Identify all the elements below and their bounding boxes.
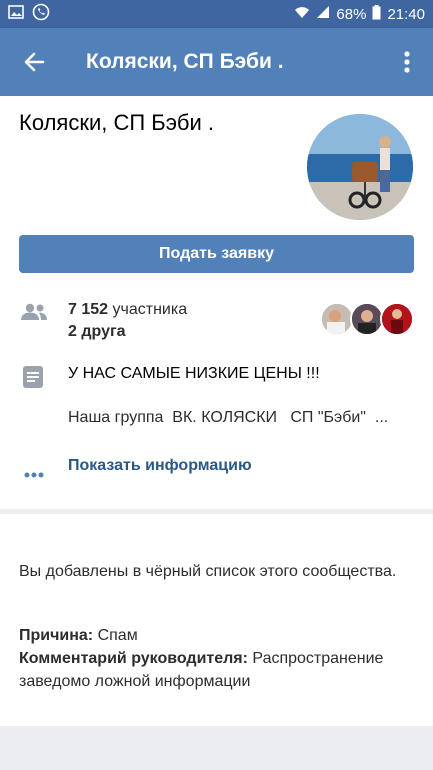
system-status-bar: 68% 21:40 [0, 0, 433, 28]
friends-count: 2 [68, 323, 77, 340]
blacklist-message: Вы добавлены в чёрный список этого сообщ… [19, 563, 397, 580]
members-label: участника [112, 301, 188, 318]
blacklist-card: Вы добавлены в чёрный список этого сообщ… [0, 514, 433, 726]
more-vertical-icon [404, 51, 410, 73]
friends-avatars[interactable] [320, 302, 416, 336]
submit-request-button[interactable]: Подать заявку [19, 235, 414, 273]
more-horizontal-icon [24, 465, 44, 483]
members-count: 7 152 [68, 301, 109, 318]
more-options-button[interactable] [381, 28, 433, 96]
gallery-icon [8, 5, 24, 23]
blacklist-reason: Причина: Спам Комментарий руководителя: … [19, 624, 414, 693]
signal-icon [316, 5, 330, 23]
wifi-icon [294, 5, 310, 23]
friend-avatar [380, 302, 414, 336]
arrow-left-icon [24, 52, 45, 72]
comment-label: Комментарий руководителя: [19, 650, 248, 667]
battery-icon [372, 4, 381, 24]
reason-value: Спам [97, 627, 138, 644]
friends-label: друга [81, 323, 126, 340]
reason-label: Причина: [19, 627, 94, 644]
back-button[interactable] [0, 28, 68, 96]
group-description: Наша группа ВК. КОЛЯСКИ СП "Бэби" ... [68, 409, 389, 426]
app-bar: Коляски, СП Бэби . [0, 28, 433, 96]
app-bar-title: Коляски, СП Бэби . [86, 50, 284, 73]
friend-avatar [320, 302, 354, 336]
clock: 21:40 [387, 5, 425, 23]
viber-icon [32, 3, 50, 25]
document-icon [22, 365, 44, 394]
group-status: У НАС САМЫЕ НИЗКИЕ ЦЕНЫ !!! [68, 365, 320, 382]
people-icon [20, 303, 48, 326]
battery-percent: 68% [336, 5, 367, 23]
members-info[interactable]: 7 152 участника 2 друга [68, 299, 187, 343]
friend-avatar [350, 302, 384, 336]
group-avatar[interactable] [307, 114, 413, 220]
show-information-link[interactable]: Показать информацию [68, 457, 252, 475]
group-name: Коляски, СП Бэби . [19, 110, 215, 135]
